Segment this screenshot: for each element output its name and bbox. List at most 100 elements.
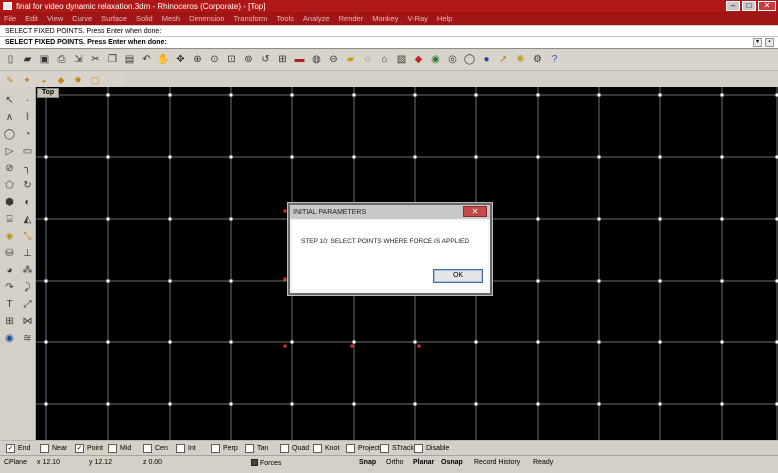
grid-point[interactable] — [413, 340, 417, 344]
osnap-checkbox[interactable] — [313, 444, 322, 453]
cylinder-icon[interactable]: ⌸ — [2, 212, 17, 227]
analyze-icon[interactable]: ⋈ — [20, 314, 35, 329]
osnap-int[interactable]: Int — [176, 444, 196, 453]
osnap-checkbox[interactable]: ✓ — [6, 444, 15, 453]
cut-icon[interactable]: ✂ — [89, 54, 102, 67]
undo-view-icon[interactable]: ↺ — [259, 54, 272, 67]
grid-point[interactable] — [720, 217, 724, 221]
osnap-near[interactable]: Near — [40, 444, 67, 453]
menu-transform[interactable]: Transform — [234, 14, 268, 23]
viewport-layout-icon[interactable]: ⊞ — [276, 54, 289, 67]
grid-point[interactable] — [720, 93, 724, 97]
osnap-end[interactable]: ✓ End — [6, 444, 30, 453]
selected-point[interactable] — [283, 344, 287, 348]
grid-point[interactable] — [597, 93, 601, 97]
osnap-strack[interactable]: STrack — [380, 444, 414, 453]
grid-point[interactable] — [536, 279, 540, 283]
grid-point[interactable] — [44, 155, 48, 159]
render-icon[interactable]: ◆ — [412, 54, 425, 67]
box-icon[interactable]: ⬢ — [2, 195, 17, 210]
open-icon[interactable]: ▰ — [21, 54, 34, 67]
menu-tools[interactable]: Tools — [276, 14, 294, 23]
grid-point[interactable] — [658, 279, 662, 283]
menu-render[interactable]: Render — [339, 14, 364, 23]
grid-point[interactable] — [597, 402, 601, 406]
group-icon[interactable]: ◕ — [2, 263, 17, 278]
dimension-icon[interactable]: ⊖ — [327, 54, 340, 67]
sphere-icon[interactable]: ◐ — [20, 195, 35, 210]
status-layer[interactable]: Forces — [251, 459, 281, 467]
ok-button[interactable]: OK — [433, 269, 483, 283]
grid-point[interactable] — [168, 402, 172, 406]
grid-point[interactable] — [229, 93, 233, 97]
zoom-dynamic-icon[interactable]: ⊕ — [191, 54, 204, 67]
extrude-icon[interactable]: ◭ — [20, 212, 35, 227]
status-planar[interactable]: Planar — [413, 459, 434, 466]
flow-icon[interactable]: ⊥ — [20, 246, 35, 261]
menu-monkey[interactable]: Monkey — [372, 14, 398, 23]
grid-point[interactable] — [106, 279, 110, 283]
grid-point[interactable] — [106, 402, 110, 406]
osnap-mid[interactable]: Mid — [108, 444, 131, 453]
osnap-perp[interactable]: Perp — [211, 444, 238, 453]
copy-icon[interactable]: ❐ — [106, 54, 119, 67]
osnap-tan[interactable]: Tan — [245, 444, 268, 453]
grid-point[interactable] — [720, 402, 724, 406]
grid-point[interactable] — [290, 93, 294, 97]
osnap-quad[interactable]: Quad — [280, 444, 309, 453]
menu-view[interactable]: View — [47, 14, 63, 23]
edit-icon[interactable]: ⤡ — [20, 229, 35, 244]
options-icon[interactable]: ⚙ — [531, 54, 544, 67]
grid-point[interactable] — [168, 155, 172, 159]
grid-point[interactable] — [352, 340, 356, 344]
command-prompt[interactable]: SELECT FIXED POINTS. Press Enter when do… — [0, 37, 778, 49]
osnap-checkbox[interactable] — [346, 444, 355, 453]
control-curve-icon[interactable]: ⌇ — [20, 110, 35, 125]
dimension-tool-icon[interactable]: ⤢ — [20, 297, 35, 312]
osnap-checkbox[interactable] — [211, 444, 220, 453]
array-icon[interactable]: ⁂ — [20, 263, 35, 278]
render-tool-icon[interactable]: ◉ — [2, 331, 17, 346]
shade-icon[interactable]: ◎ — [446, 54, 459, 67]
material-icon[interactable]: ● — [480, 54, 493, 67]
grid-point[interactable] — [720, 279, 724, 283]
grid-point[interactable] — [658, 402, 662, 406]
grid-point[interactable] — [290, 402, 294, 406]
grid-point[interactable] — [290, 340, 294, 344]
boolean-icon[interactable]: ◈ — [2, 229, 17, 244]
zoom-selected-icon[interactable]: ⊚ — [242, 54, 255, 67]
zoom-window-icon[interactable]: ⊙ — [208, 54, 221, 67]
minimize-button[interactable]: – — [726, 1, 740, 11]
grid-point[interactable] — [720, 340, 724, 344]
grid-point[interactable] — [536, 340, 540, 344]
rotate-view-icon[interactable]: ✥ — [174, 54, 187, 67]
mirror-icon[interactable]: ↷ — [2, 280, 17, 295]
selected-point[interactable] — [417, 344, 421, 348]
zoom-extents-icon[interactable]: ⊡ — [225, 54, 238, 67]
menu-help[interactable]: Help — [437, 14, 452, 23]
grid-point[interactable] — [106, 155, 110, 159]
undo-icon[interactable]: ↶ — [140, 54, 153, 67]
grid-point[interactable] — [536, 93, 540, 97]
menu-surface[interactable]: Surface — [101, 14, 127, 23]
command-pin-icon[interactable]: ▪ — [765, 38, 774, 47]
grid-point[interactable] — [168, 93, 172, 97]
lock-icon[interactable]: ⌂ — [378, 54, 391, 67]
vray-material-icon[interactable]: ◒ — [38, 74, 50, 86]
menu-solid[interactable]: Solid — [136, 14, 153, 23]
grid-point[interactable] — [597, 155, 601, 159]
block-icon[interactable]: ⊞ — [2, 314, 17, 329]
osnap-checkbox[interactable] — [143, 444, 152, 453]
grid-point[interactable] — [474, 155, 478, 159]
import-icon[interactable]: ⇲ — [72, 54, 85, 67]
grid-point[interactable] — [658, 217, 662, 221]
menu-file[interactable]: File — [4, 14, 16, 23]
grid-point[interactable] — [352, 93, 356, 97]
layer-icon[interactable]: ▰ — [344, 54, 357, 67]
grid-point[interactable] — [229, 155, 233, 159]
status-snap[interactable]: Snap — [359, 459, 376, 466]
vray-options-icon[interactable]: ✦ — [21, 74, 33, 86]
menu-dimension[interactable]: Dimension — [189, 14, 224, 23]
selected-point[interactable] — [283, 209, 287, 213]
grid-point[interactable] — [658, 93, 662, 97]
